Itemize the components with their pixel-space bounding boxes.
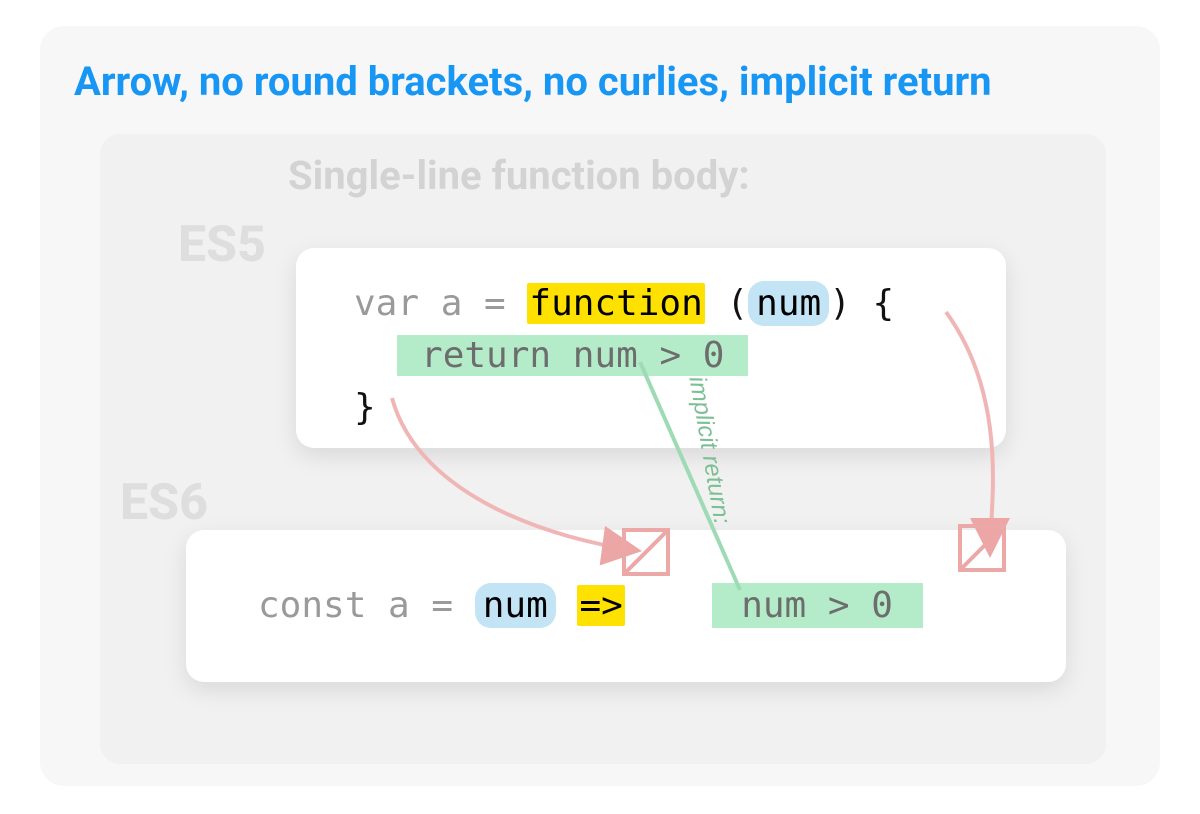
es5-param: num — [748, 281, 829, 326]
es5-paren-close: ) — [829, 283, 851, 324]
es5-paren-open: ( — [726, 283, 748, 324]
es6-param: num — [475, 583, 556, 628]
es5-function-kw: function — [527, 283, 704, 324]
es6-const-decl: const a = — [258, 585, 475, 626]
es5-code: var a = function (num) { return num > 0 … — [354, 278, 894, 435]
es6-arrow-token: => — [577, 585, 624, 626]
es5-label: ES5 — [178, 216, 266, 274]
diagram-title: Arrow, no round brackets, no curlies, im… — [74, 58, 992, 105]
es6-code: const a = num => num > 0 — [258, 580, 923, 632]
es5-space — [705, 283, 727, 324]
es5-brace-close: } — [354, 387, 376, 428]
es5-var-decl: var a = — [354, 283, 527, 324]
es6-sp1 — [556, 585, 578, 626]
es5-return-line: return num > 0 — [397, 335, 748, 376]
es6-label: ES6 — [120, 474, 208, 532]
subtitle: Single-line function body: — [288, 152, 750, 199]
es6-sp2 — [625, 585, 712, 626]
es5-brace-open: { — [851, 283, 894, 324]
es6-body: num > 0 — [712, 583, 923, 628]
